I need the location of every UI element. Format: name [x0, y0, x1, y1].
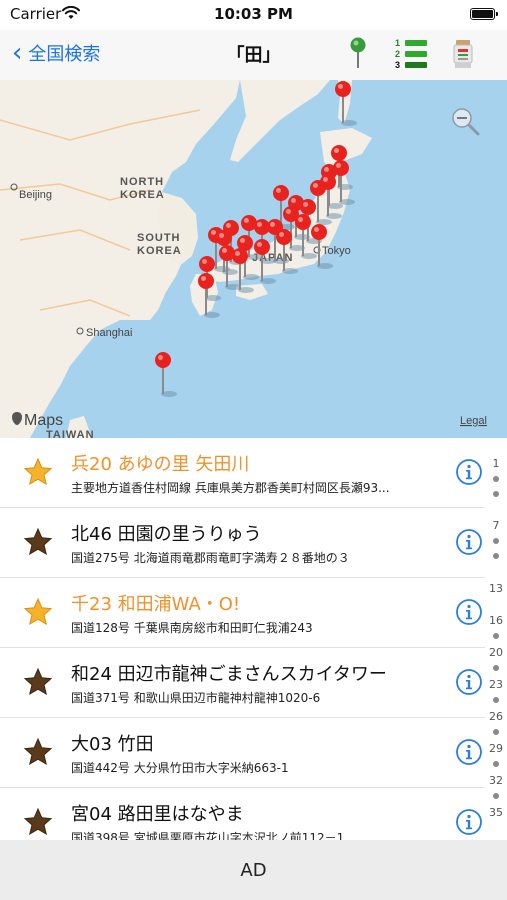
back-button[interactable]: ‹ 全国検索: [12, 38, 100, 68]
list-item-subtitle: 国道371号 和歌山県田辺市龍神村龍神1020-6: [71, 691, 321, 705]
list-item[interactable]: 千23 和田浦WA・O! 国道128号 千葉県南房総市和田町仁我浦243: [0, 578, 485, 648]
index-dot: [493, 761, 499, 767]
info-icon[interactable]: [455, 458, 483, 486]
clock: 10:03 PM: [214, 5, 293, 23]
list-item[interactable]: 大03 竹田 国道442号 大分県竹田市大字米納663-1: [0, 718, 485, 788]
legal-link[interactable]: Legal: [460, 415, 487, 427]
index-dot: [493, 553, 499, 559]
index-dot: [493, 793, 499, 799]
index-item[interactable]: 29: [485, 742, 507, 755]
info-icon[interactable]: [455, 528, 483, 556]
list-item-title: 和24 田辺市龍神ごまさんスカイタワー: [71, 664, 387, 685]
info-icon[interactable]: [455, 738, 483, 766]
index-item[interactable]: 23: [485, 678, 507, 691]
numbered-list-icon[interactable]: 1 2 3: [395, 38, 431, 70]
list-item[interactable]: 宮04 路田里はなやま 国道398号 宮城県栗原市花山字本沢北ノ前112－1: [0, 788, 485, 840]
ad-label: AD: [240, 859, 267, 881]
list-item-title: 千23 和田浦WA・O!: [71, 594, 241, 615]
map-label-tokyo: Tokyo: [322, 245, 351, 257]
index-item[interactable]: 13: [485, 582, 507, 595]
svg-text:3: 3: [395, 60, 400, 70]
stamp-icon[interactable]: [452, 39, 474, 69]
svg-text:2: 2: [395, 49, 400, 59]
star-icon[interactable]: [23, 807, 53, 837]
list-item-subtitle: 国道442号 大分県竹田市大字米納663-1: [71, 761, 289, 775]
index-item[interactable]: 20: [485, 646, 507, 659]
ad-banner[interactable]: AD: [0, 840, 507, 900]
list-item-title: 大03 竹田: [71, 734, 154, 755]
map-label-shanghai: Shanghai: [86, 327, 133, 339]
map-view[interactable]: Beijing NORTH KOREA SOUTH KOREA JAPAN To…: [0, 80, 507, 438]
list-item[interactable]: 兵20 あゆの里 矢田川 主要地方道香住村岡線 兵庫県美方郡香美町村岡区長瀬93…: [0, 438, 485, 508]
star-icon[interactable]: [23, 527, 53, 557]
map-label-north-korea-2: KOREA: [120, 189, 165, 201]
index-item[interactable]: 26: [485, 710, 507, 723]
index-item[interactable]: 32: [485, 774, 507, 787]
index-dot: [493, 633, 499, 639]
list-item[interactable]: 和24 田辺市龍神ごまさんスカイタワー 国道371号 和歌山県田辺市龍神村龍神1…: [0, 648, 485, 718]
star-icon[interactable]: [23, 597, 53, 627]
map-pin: [155, 352, 177, 397]
star-icon[interactable]: [23, 737, 53, 767]
info-icon[interactable]: [455, 808, 483, 836]
list-item-subtitle: 国道398号 宮城県栗原市花山字本沢北ノ前112－1: [71, 831, 345, 840]
status-bar: Carrier 10:03 PM: [0, 0, 507, 30]
index-dot: [493, 476, 499, 482]
index-item[interactable]: 7: [485, 519, 507, 532]
map-label-south-korea-2: KOREA: [137, 245, 182, 257]
list-item-title: 兵20 あゆの里 矢田川: [71, 454, 250, 475]
index-dot: [493, 729, 499, 735]
list-item-subtitle: 国道275号 北海道雨竜郡雨竜町字満寿２８番地の３: [71, 551, 350, 565]
map-canvas[interactable]: Beijing NORTH KOREA SOUTH KOREA JAPAN To…: [0, 80, 507, 438]
results-list[interactable]: 兵20 あゆの里 矢田川 主要地方道香住村岡線 兵庫県美方郡香美町村岡区長瀬93…: [0, 438, 485, 840]
index-dot: [493, 697, 499, 703]
zoom-out-icon[interactable]: [452, 108, 480, 136]
back-label: 全国検索: [28, 44, 101, 65]
info-icon[interactable]: [455, 668, 483, 696]
star-icon[interactable]: [23, 457, 53, 487]
index-dot: [493, 538, 499, 544]
index-dot: [493, 665, 499, 671]
map-label-north-korea: NORTH: [120, 176, 164, 188]
index-item[interactable]: 35: [485, 806, 507, 819]
index-dot: [493, 491, 499, 497]
battery-icon: [470, 8, 498, 20]
index-item[interactable]: 16: [485, 614, 507, 627]
map-label-taiwan: TAIWAN: [46, 429, 95, 438]
section-index[interactable]: 1 7 13 16 20 23 26 29 32 35: [485, 453, 507, 833]
maps-logo-text: Maps: [24, 412, 63, 429]
index-item[interactable]: 1: [485, 457, 507, 470]
info-icon[interactable]: [455, 598, 483, 626]
list-item[interactable]: 北46 田園の里うりゅう 国道275号 北海道雨竜郡雨竜町字満寿２８番地の３: [0, 508, 485, 578]
map-label-beijing: Beijing: [19, 189, 52, 201]
star-icon[interactable]: [23, 667, 53, 697]
map-label-south-korea: SOUTH: [137, 232, 181, 244]
svg-text:1: 1: [395, 38, 400, 48]
list-item-title: 北46 田園の里うりゅう: [71, 524, 262, 545]
list-item-subtitle: 主要地方道香住村岡線 兵庫県美方郡香美町村岡区長瀬93...: [71, 481, 390, 495]
navigation-bar: ‹ 全国検索 「田」 1 2 3: [0, 30, 507, 80]
list-item-title: 宮04 路田里はなやま: [71, 804, 244, 825]
chevron-left-icon: ‹: [12, 38, 23, 68]
list-item-subtitle: 国道128号 千葉県南房総市和田町仁我浦243: [71, 621, 313, 635]
map-pin-icon[interactable]: [346, 36, 370, 72]
